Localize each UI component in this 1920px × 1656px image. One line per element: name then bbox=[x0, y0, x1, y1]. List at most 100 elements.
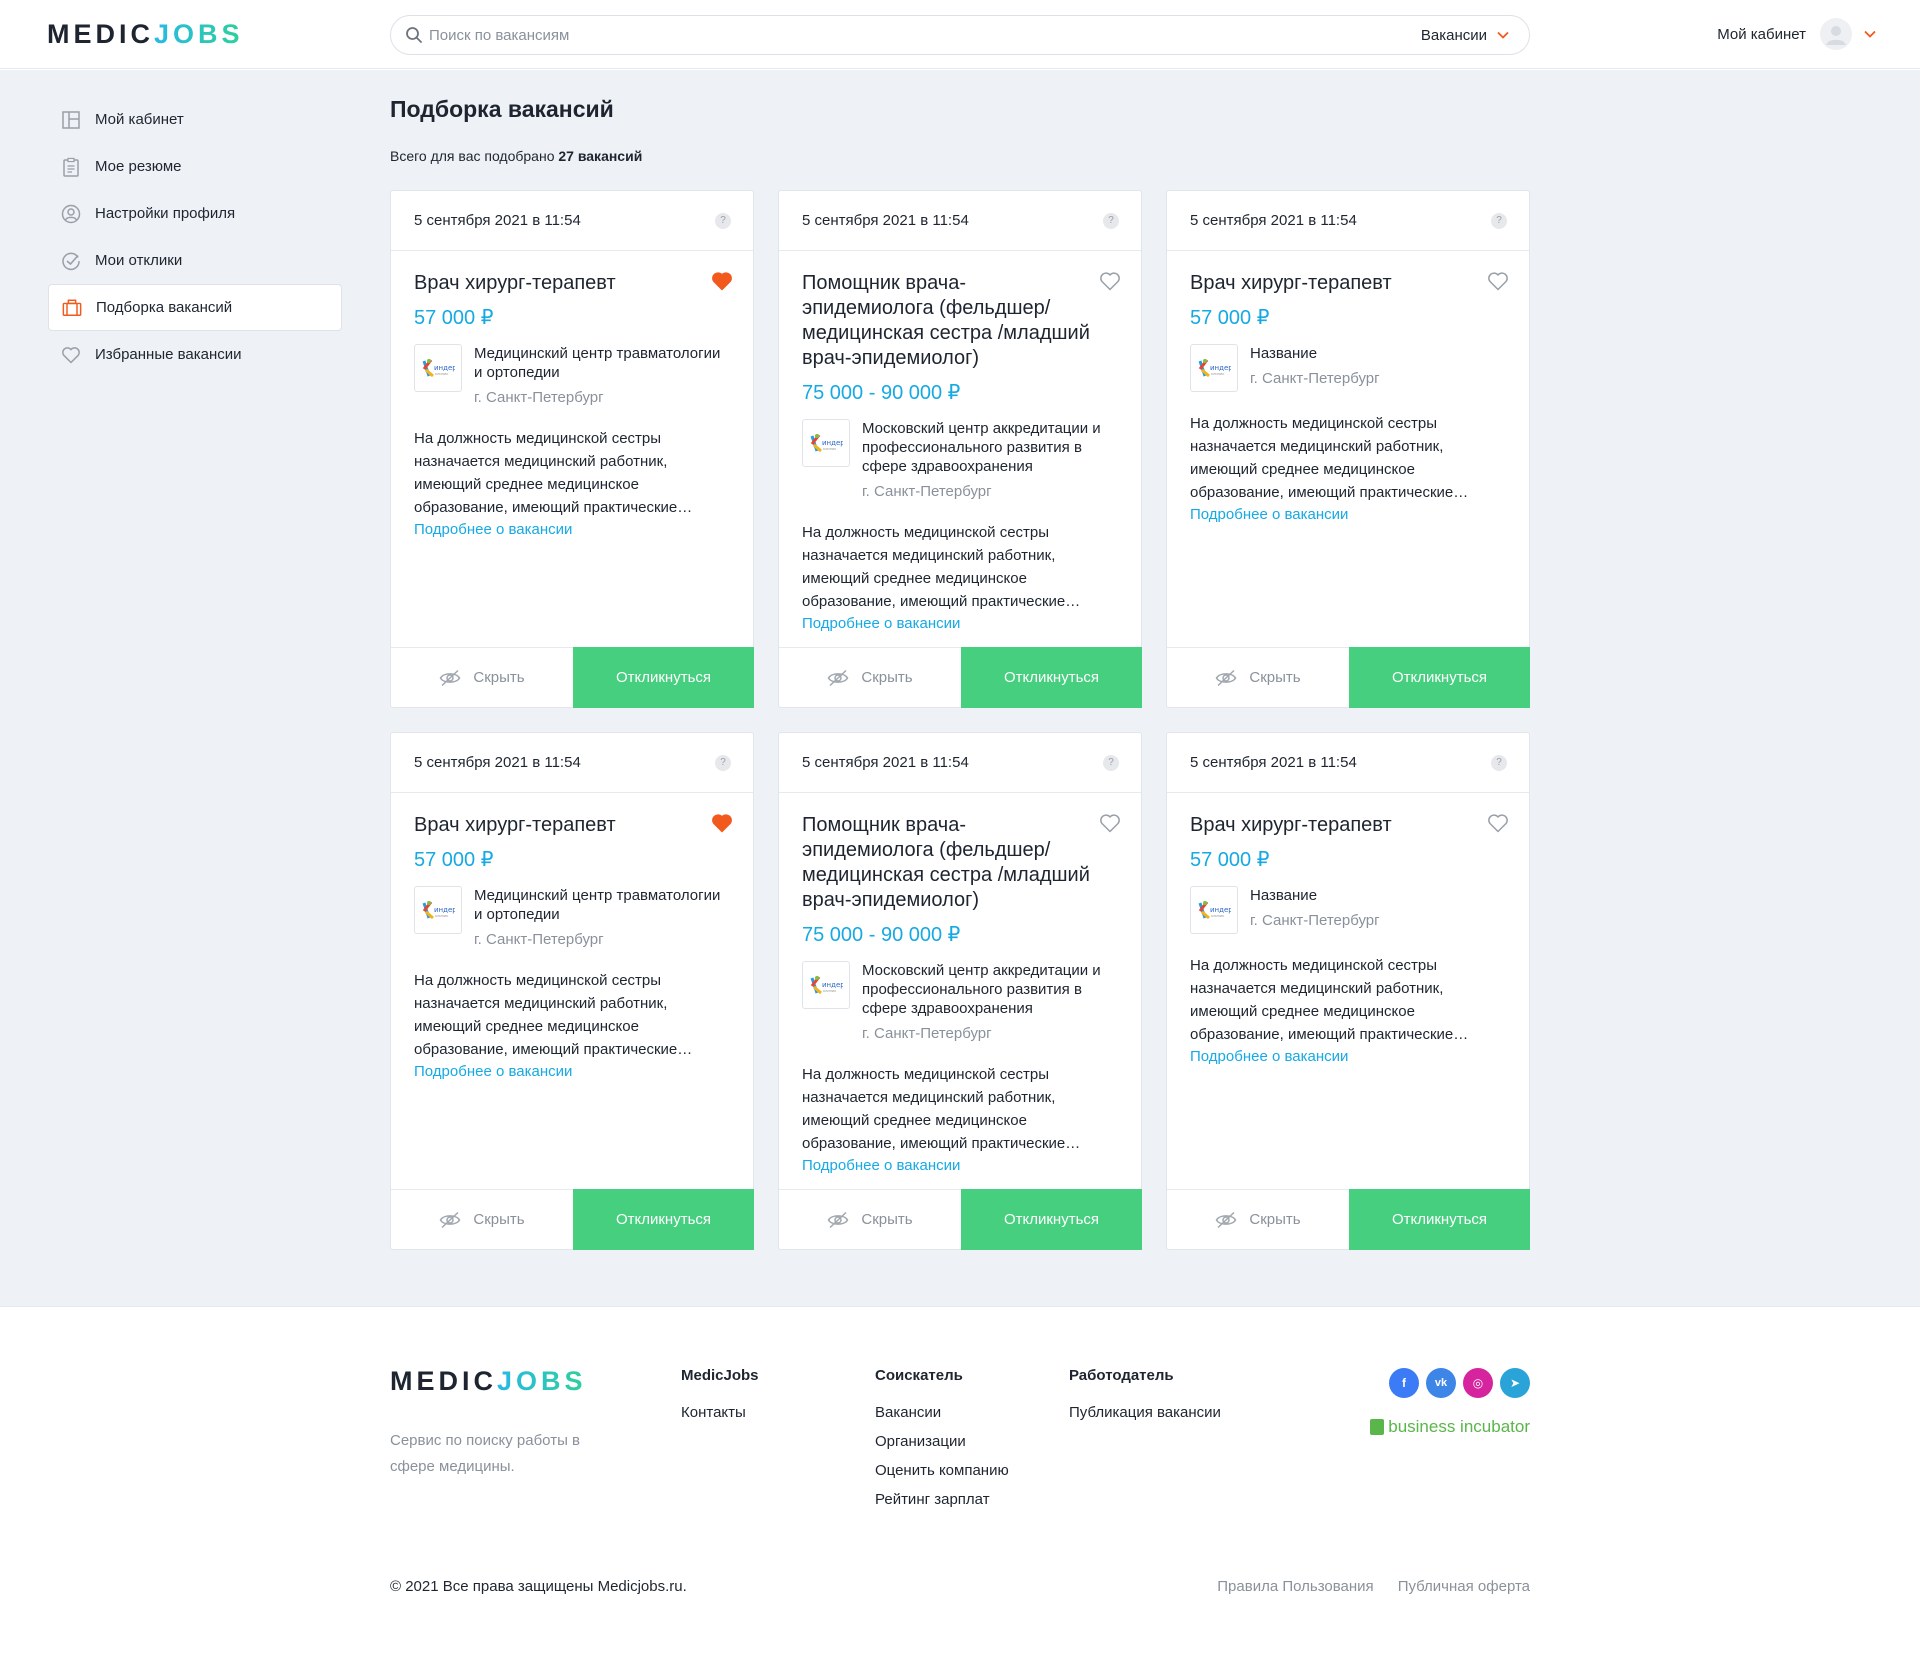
sidebar: Мой кабинет Мое резюме Настройки профиля… bbox=[48, 96, 342, 378]
vacancy-description: На должность медицинской сестры назначае… bbox=[1190, 415, 1469, 501]
hide-button[interactable]: Скрыть bbox=[779, 1190, 961, 1249]
vacancy-description: На должность медицинской сестры назначае… bbox=[1190, 957, 1469, 1043]
footer-link-salary-rating[interactable]: Рейтинг зарплат bbox=[875, 1491, 1009, 1508]
hide-button[interactable]: Скрыть bbox=[1167, 1190, 1349, 1249]
company-logo-image: индерклиник bbox=[422, 359, 455, 378]
company-name[interactable]: Название bbox=[1250, 886, 1380, 905]
sidebar-item-profile-settings[interactable]: Настройки профиля bbox=[48, 190, 342, 237]
chevron-down-icon bbox=[1864, 30, 1876, 38]
footer-link-publish-vacancy[interactable]: Публикация вакансии bbox=[1069, 1404, 1221, 1421]
search-icon[interactable] bbox=[405, 26, 423, 44]
terms-link[interactable]: Правила Пользования bbox=[1217, 1578, 1373, 1595]
favorite-heart-icon[interactable] bbox=[1487, 271, 1509, 296]
company-logo[interactable]: индер клиник bbox=[802, 961, 850, 1009]
apply-button[interactable]: Откликнуться bbox=[1349, 1189, 1530, 1250]
heart-outline-icon bbox=[1488, 814, 1508, 833]
help-icon[interactable]: ? bbox=[715, 754, 731, 771]
company-name[interactable]: Московский центр аккредитации и професси… bbox=[862, 961, 1119, 1018]
footer-logo[interactable]: MEDIC JOBS bbox=[390, 1366, 587, 1397]
help-icon[interactable]: ? bbox=[715, 212, 731, 229]
sidebar-item-responses[interactable]: Мои отклики bbox=[48, 237, 342, 284]
company-name[interactable]: Московский центр аккредитации и професси… bbox=[862, 419, 1119, 476]
vacancy-title[interactable]: Врач хирург-терапевт bbox=[1190, 271, 1507, 296]
facebook-icon[interactable]: f bbox=[1389, 1368, 1419, 1398]
vacancy-card-header: 5 сентября 2021 в 11:54 ? bbox=[391, 733, 753, 793]
instagram-icon[interactable]: ◎ bbox=[1463, 1368, 1493, 1398]
apply-button[interactable]: Откликнуться bbox=[961, 647, 1142, 708]
company-logo[interactable]: индер клиник bbox=[802, 419, 850, 467]
hide-button[interactable]: Скрыть bbox=[391, 648, 573, 707]
vacancy-title[interactable]: Врач хирург-терапевт bbox=[414, 271, 731, 296]
sidebar-item-resume[interactable]: Мое резюме bbox=[48, 143, 342, 190]
hide-button[interactable]: Скрыть bbox=[391, 1190, 573, 1249]
sidebar-item-dashboard[interactable]: Мой кабинет bbox=[48, 96, 342, 143]
eye-off-icon bbox=[828, 1211, 849, 1228]
hide-button[interactable]: Скрыть bbox=[1167, 648, 1349, 707]
favorite-heart-icon[interactable] bbox=[1099, 271, 1121, 296]
vk-icon[interactable]: vk bbox=[1426, 1368, 1456, 1398]
vacancy-date: 5 сентября 2021 в 11:54 bbox=[1190, 754, 1357, 771]
vacancy-card-header: 5 сентября 2021 в 11:54 ? bbox=[779, 191, 1141, 251]
company-name[interactable]: Медицинский центр травматологии и ортопе… bbox=[474, 344, 731, 382]
favorite-heart-icon[interactable] bbox=[1099, 813, 1121, 838]
business-incubator-logo[interactable]: business incubator bbox=[1370, 1417, 1530, 1437]
company-logo[interactable]: индер клиник bbox=[414, 344, 462, 392]
footer-link-contacts[interactable]: Контакты bbox=[681, 1404, 759, 1421]
vacancy-details-link[interactable]: Подробнее о вакансии bbox=[414, 1063, 572, 1080]
hide-button[interactable]: Скрыть bbox=[779, 648, 961, 707]
sidebar-item-vacancy-selection[interactable]: Подборка вакансий bbox=[48, 284, 342, 331]
svg-text:клиник: клиник bbox=[823, 989, 836, 993]
company-name[interactable]: Название bbox=[1250, 344, 1380, 363]
heart-outline-icon bbox=[1488, 272, 1508, 291]
search-category-dropdown[interactable]: Вакансии bbox=[1421, 27, 1509, 44]
help-icon[interactable]: ? bbox=[1103, 212, 1119, 229]
company-block: индер клиник Медицинский центр травматоло… bbox=[414, 886, 731, 949]
site-logo[interactable]: MEDIC JOBS bbox=[47, 19, 244, 50]
help-icon[interactable]: ? bbox=[1491, 212, 1507, 229]
apply-button[interactable]: Откликнуться bbox=[961, 1189, 1142, 1250]
account-menu[interactable]: Мой кабинет bbox=[1717, 18, 1876, 50]
offer-link[interactable]: Публичная оферта bbox=[1398, 1578, 1530, 1595]
footer-link-vacancies[interactable]: Вакансии bbox=[875, 1404, 1009, 1421]
vacancy-title[interactable]: Помощник врача-эпидемиолога (фельдшер/ м… bbox=[802, 813, 1119, 913]
company-info: Название г. Санкт-Петербург bbox=[1250, 886, 1380, 934]
vacancy-title[interactable]: Врач хирург-терапевт bbox=[414, 813, 731, 838]
footer-tagline: Сервис по поиску работы в сфере медицины… bbox=[390, 1432, 580, 1475]
vacancy-description: На должность медицинской сестры назначае… bbox=[414, 972, 693, 1058]
vacancy-details-link[interactable]: Подробнее о вакансии bbox=[802, 615, 960, 632]
vacancy-title[interactable]: Врач хирург-терапевт bbox=[1190, 813, 1507, 838]
svg-text:индер: индер bbox=[822, 981, 843, 989]
vacancy-details-link[interactable]: Подробнее о вакансии bbox=[1190, 506, 1348, 523]
vacancy-details-link[interactable]: Подробнее о вакансии bbox=[414, 521, 572, 538]
company-name[interactable]: Медицинский центр травматологии и ортопе… bbox=[474, 886, 731, 924]
footer-link-organizations[interactable]: Организации bbox=[875, 1433, 1009, 1450]
favorite-heart-icon[interactable] bbox=[711, 271, 733, 296]
apply-button[interactable]: Откликнуться bbox=[1349, 647, 1530, 708]
company-logo[interactable]: индер клиник bbox=[414, 886, 462, 934]
apply-button[interactable]: Откликнуться bbox=[573, 647, 754, 708]
favorite-heart-icon[interactable] bbox=[1487, 813, 1509, 838]
apply-button[interactable]: Откликнуться bbox=[573, 1189, 754, 1250]
social-links: f vk ◎ ➤ bbox=[1389, 1368, 1530, 1398]
search-input[interactable] bbox=[429, 26, 1421, 44]
vacancy-card-body: Врач хирург-терапевт 57 000 ₽ индер клини… bbox=[1167, 251, 1529, 524]
vacancy-title[interactable]: Помощник врача-эпидемиолога (фельдшер/ м… bbox=[802, 271, 1119, 371]
company-logo[interactable]: индер клиник bbox=[1190, 344, 1238, 392]
vacancy-details-link[interactable]: Подробнее о вакансии bbox=[802, 1157, 960, 1174]
sidebar-item-favorites[interactable]: Избранные вакансии bbox=[48, 331, 342, 378]
help-icon[interactable]: ? bbox=[1491, 754, 1507, 771]
help-icon[interactable]: ? bbox=[1103, 754, 1119, 771]
vacancy-card: 5 сентября 2021 в 11:54 ? Помощник врача… bbox=[778, 190, 1142, 708]
footer-link-rate-company[interactable]: Оценить компанию bbox=[875, 1462, 1009, 1479]
telegram-icon[interactable]: ➤ bbox=[1500, 1368, 1530, 1398]
company-logo[interactable]: индер клиник bbox=[1190, 886, 1238, 934]
vacancy-salary: 75 000 - 90 000 ₽ bbox=[802, 382, 961, 404]
vacancy-card: 5 сентября 2021 в 11:54 ? Врач хирург-те… bbox=[1166, 732, 1530, 1250]
vacancy-description: На должность медицинской сестры назначае… bbox=[414, 430, 693, 516]
favorite-heart-icon[interactable] bbox=[711, 813, 733, 838]
vacancy-description: На должность медицинской сестры назначае… bbox=[802, 524, 1081, 610]
vacancy-grid: 5 сентября 2021 в 11:54 ? Врач хирург-те… bbox=[390, 190, 1531, 1250]
svg-text:индер: индер bbox=[434, 906, 455, 914]
resume-icon bbox=[61, 157, 81, 177]
vacancy-details-link[interactable]: Подробнее о вакансии bbox=[1190, 1048, 1348, 1065]
